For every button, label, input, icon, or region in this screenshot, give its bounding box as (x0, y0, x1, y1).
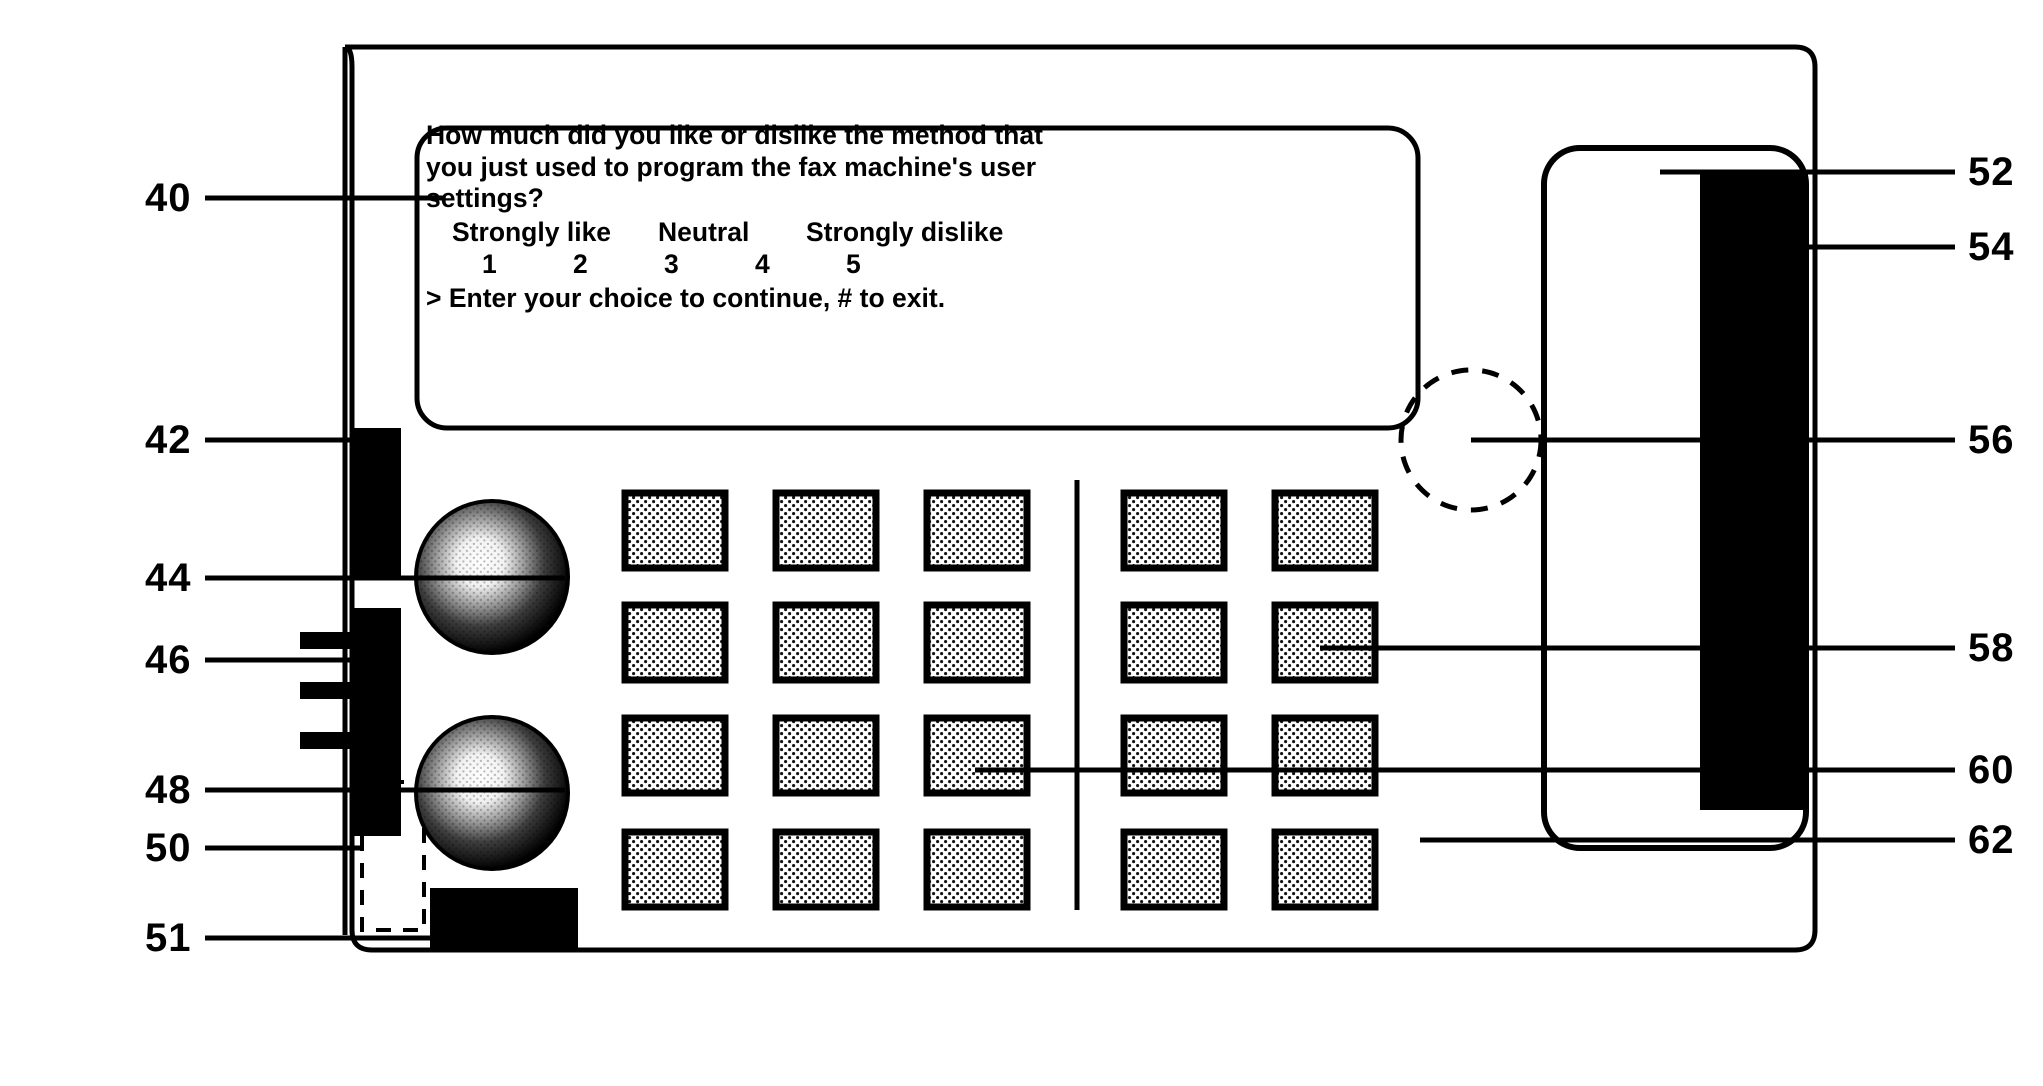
lower-knob[interactable] (414, 715, 570, 871)
keypad-key[interactable] (1271, 714, 1379, 797)
right-black-bar (1700, 170, 1808, 810)
ref-numeral-52: 52 (1968, 150, 2015, 194)
ref-numeral-56: 56 (1968, 418, 2015, 462)
ref-numeral-60: 60 (1968, 748, 2015, 792)
lcd-prompt: > Enter your choice to continue, # to ex… (426, 282, 946, 313)
keypad-key-right-col[interactable] (1271, 601, 1379, 684)
keypad-key[interactable] (923, 601, 1031, 684)
scale-number-1: 1 (482, 249, 497, 279)
keypad-key[interactable] (772, 828, 880, 911)
keypad-key[interactable] (1120, 828, 1228, 911)
scale-number-2: 2 (573, 249, 588, 279)
keypad-key[interactable] (621, 601, 729, 684)
scale-label-strongly-dislike: Strongly dislike (806, 216, 1004, 247)
keypad-key[interactable] (621, 489, 729, 572)
keypad-key[interactable] (923, 489, 1031, 572)
scale-label-strongly-like: Strongly like (452, 216, 612, 247)
ref-numeral-62: 62 (1968, 818, 2015, 862)
ref-numeral-40: 40 (145, 176, 192, 220)
scale-label-neutral: Neutral (658, 216, 750, 247)
keypad-key[interactable] (1120, 601, 1228, 684)
keypad-key[interactable] (772, 714, 880, 797)
lcd-question-line-3: settings? (426, 183, 544, 213)
keypad-key[interactable] (1120, 489, 1228, 572)
lcd-question-line-1: How much did you like or dislike the met… (426, 120, 1043, 150)
ref-numeral-58: 58 (1968, 626, 2015, 670)
keypad-key-center[interactable] (923, 714, 1031, 797)
ref-numeral-48: 48 (145, 768, 192, 812)
keypad-key[interactable] (1271, 828, 1379, 911)
lcd-scale-labels: Strongly like Neutral Strongly dislike (426, 217, 1086, 249)
ref-numeral-44: 44 (145, 556, 192, 600)
keypad-key[interactable] (923, 828, 1031, 911)
scale-number-3: 3 (664, 249, 679, 279)
scale-number-5: 5 (846, 249, 861, 279)
ref-numeral-42: 42 (145, 418, 192, 462)
ref-numeral-50: 50 (145, 826, 192, 870)
ref-numeral-46: 46 (145, 638, 192, 682)
keypad-key[interactable] (1271, 489, 1379, 572)
keypad-key[interactable] (621, 714, 729, 797)
keypad-key[interactable] (772, 489, 880, 572)
left-black-bar-upper (352, 428, 401, 576)
bottom-black-bar (430, 888, 578, 950)
keypad-key[interactable] (1120, 714, 1228, 797)
keypad-key[interactable] (621, 828, 729, 911)
lcd-display-text: How much did you like or dislike the met… (426, 120, 1086, 341)
ref-numeral-54: 54 (1968, 225, 2015, 269)
scale-number-4: 4 (755, 249, 770, 279)
lcd-question-line-2: you just used to program the fax machine… (426, 151, 1037, 182)
lcd-scale-numbers: 1 2 3 4 5 (426, 249, 1086, 281)
patent-figure: How much did you like or dislike the met… (0, 0, 2043, 1086)
ref-numeral-51: 51 (145, 916, 192, 960)
keypad-key[interactable] (772, 601, 880, 684)
